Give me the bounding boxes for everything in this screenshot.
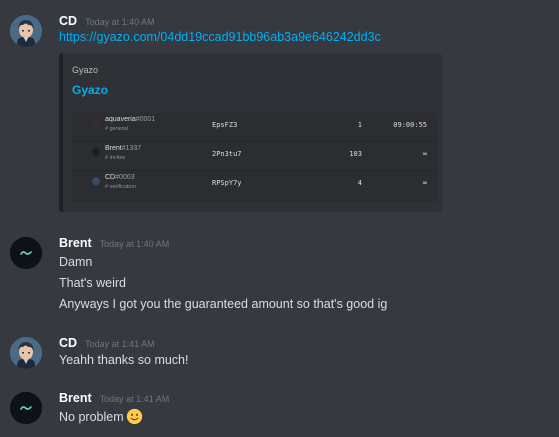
username[interactable]: CD <box>59 336 77 350</box>
timestamp: Today at 1:40 AM <box>85 17 155 27</box>
invite-channel: # verification <box>105 184 136 190</box>
slightly-smiling-face-emoji[interactable] <box>126 408 143 425</box>
invite-code: RPSpY7y <box>212 179 242 187</box>
message-group-brent: Brent Today at 1:41 AM No problem <box>0 380 559 437</box>
user-avatar[interactable] <box>10 15 42 47</box>
invite-user: CD#0003 <box>105 174 135 181</box>
username[interactable]: Brent <box>59 236 92 250</box>
message-group-brent: Brent Today at 1:40 AM Damn That's weird … <box>0 225 559 320</box>
user-avatar[interactable] <box>10 392 42 424</box>
anime-character-avatar-icon <box>10 337 42 369</box>
tilde-logo-icon <box>10 237 42 269</box>
row-avatar <box>92 177 100 185</box>
invite-uses: 4 <box>357 179 362 187</box>
message-content: Damn <box>59 255 93 269</box>
invite-code: EpsFZ3 <box>212 121 238 129</box>
gyazo-link[interactable]: https://gyazo.com/04dd19ccad91bb96ab3a9e… <box>59 30 381 44</box>
embed-image[interactable]: aquaveria#0001 # general EpsFZ3 1 09:00:… <box>72 113 437 202</box>
message-content: That's weird <box>59 276 126 290</box>
message-header: CD Today at 1:40 AM <box>59 12 155 30</box>
invite-row: CD#0003 # verification RPSpY7y 4 ∞ <box>72 171 437 199</box>
message-content: https://gyazo.com/04dd19ccad91bb96ab3a9e… <box>59 30 381 44</box>
user-avatar[interactable] <box>10 337 42 369</box>
invite-uses: 103 <box>349 150 362 158</box>
invite-channel: # invites <box>105 155 126 161</box>
message-content: Yeahh thanks so much! <box>59 353 189 367</box>
message-header: Brent Today at 1:41 AM <box>59 389 169 407</box>
embed-title[interactable]: Gyazo <box>72 83 108 97</box>
invite-row: Brent#1337 # invites 2Pn3tu7 103 ∞ <box>72 142 437 171</box>
timestamp: Today at 1:41 AM <box>85 339 155 349</box>
anime-character-avatar-icon <box>10 15 42 47</box>
invite-user: aquaveria#0001 <box>105 116 156 123</box>
username[interactable]: Brent <box>59 391 92 405</box>
message-content: Anyways I got you the guaranteed amount … <box>59 297 388 311</box>
message-header: CD Today at 1:41 AM <box>59 334 155 352</box>
embed-provider[interactable]: Gyazo <box>72 65 98 75</box>
invite-expires: ∞ <box>422 150 427 158</box>
message-group-cd: CD Today at 1:41 AM Yeahh thanks so much! <box>0 325 559 375</box>
invite-row: aquaveria#0001 # general EpsFZ3 1 09:00:… <box>72 113 437 142</box>
timestamp: Today at 1:41 AM <box>99 394 170 404</box>
row-avatar <box>92 119 100 127</box>
invite-uses: 1 <box>357 121 362 129</box>
invite-expires: 09:00:55 <box>393 121 427 129</box>
username[interactable]: CD <box>59 14 77 28</box>
invite-user: Brent#1337 <box>105 145 142 152</box>
row-avatar <box>92 148 100 156</box>
user-avatar[interactable] <box>10 237 42 269</box>
invite-channel: # general <box>105 126 128 132</box>
message-header: Brent Today at 1:40 AM <box>59 234 169 252</box>
timestamp: Today at 1:40 AM <box>99 239 170 249</box>
invite-expires: ∞ <box>422 179 427 187</box>
message-content: No problem <box>59 408 143 425</box>
invite-code: 2Pn3tu7 <box>212 150 242 158</box>
tilde-logo-icon <box>10 392 42 424</box>
message-group-cd: CD Today at 1:40 AM https://gyazo.com/04d… <box>0 0 559 220</box>
chat-messages: CD Today at 1:40 AM https://gyazo.com/04d… <box>0 0 559 437</box>
link-embed: Gyazo Gyazo aquaveria#0001 # general Eps… <box>59 53 442 212</box>
